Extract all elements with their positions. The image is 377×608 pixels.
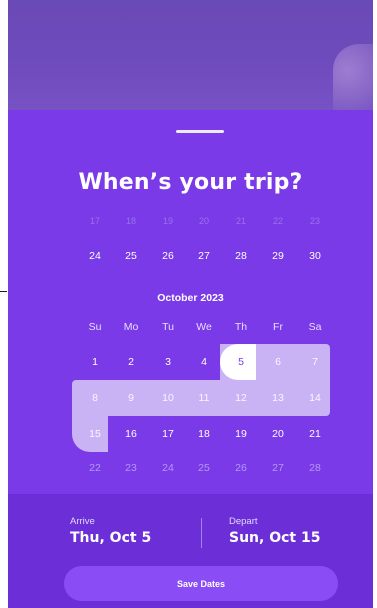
day-cell-selected-start[interactable]: 5 bbox=[226, 356, 256, 368]
month-label: October 2023 bbox=[157, 292, 224, 304]
day-cell[interactable]: 27 bbox=[263, 462, 293, 474]
weekday-label: Fr bbox=[273, 321, 283, 333]
weekday-header: Su Mo Tu We Th Fr Sa bbox=[8, 321, 373, 339]
day-cell[interactable]: 21 bbox=[300, 428, 330, 440]
day-cell[interactable]: 25 bbox=[189, 462, 219, 474]
arrive-date: Thu, Oct 5 bbox=[70, 530, 152, 546]
save-dates-button[interactable]: Save Dates bbox=[64, 566, 338, 601]
day-cell[interactable]: 19 bbox=[153, 216, 183, 226]
arrive-label: Arrive bbox=[70, 516, 95, 527]
weekday-label: Mo bbox=[123, 321, 139, 333]
calendar-row-1: 1 2 3 4 5 6 7 bbox=[8, 356, 373, 374]
day-cell[interactable]: 9 bbox=[116, 392, 146, 404]
day-cell[interactable]: 1 bbox=[80, 356, 110, 368]
day-cell[interactable]: 6 bbox=[263, 356, 293, 368]
day-cell[interactable]: 11 bbox=[189, 392, 219, 404]
sheet-drag-handle[interactable] bbox=[176, 130, 224, 133]
day-cell[interactable]: 7 bbox=[300, 356, 330, 368]
calendar-row-3: 15 16 17 18 19 20 21 bbox=[8, 428, 373, 446]
day-cell[interactable]: 22 bbox=[80, 462, 110, 474]
bottom-sheet: When’s your trip? 17 18 19 20 21 22 23 2… bbox=[8, 110, 373, 608]
day-cell[interactable]: 21 bbox=[226, 216, 256, 226]
hero-image bbox=[8, 0, 373, 110]
weekday-label: Sa bbox=[308, 321, 322, 333]
weekday-label: Tu bbox=[162, 321, 174, 333]
calendar-row-2: 8 9 10 11 12 13 14 bbox=[8, 392, 373, 410]
day-cell[interactable]: 3 bbox=[153, 356, 183, 368]
day-cell[interactable]: 26 bbox=[226, 462, 256, 474]
depart-date: Sun, Oct 15 bbox=[229, 530, 321, 546]
page-edge-line bbox=[0, 291, 7, 292]
day-cell[interactable]: 24 bbox=[153, 462, 183, 474]
day-cell[interactable]: 19 bbox=[226, 428, 256, 440]
day-cell[interactable]: 18 bbox=[116, 216, 146, 226]
trip-date-sheet: When’s your trip? 17 18 19 20 21 22 23 2… bbox=[8, 0, 373, 608]
day-cell[interactable]: 25 bbox=[116, 250, 146, 262]
day-cell[interactable]: 18 bbox=[189, 428, 219, 440]
day-cell[interactable]: 10 bbox=[153, 392, 183, 404]
day-cell[interactable]: 17 bbox=[80, 216, 110, 226]
summary-divider bbox=[201, 518, 202, 548]
day-cell[interactable]: 14 bbox=[300, 392, 330, 404]
weekday-label: We bbox=[196, 321, 212, 333]
day-cell[interactable]: 29 bbox=[263, 250, 293, 262]
calendar-row-prev: 24 25 26 27 28 29 30 bbox=[8, 250, 373, 268]
day-cell[interactable]: 20 bbox=[189, 216, 219, 226]
page-title: When’s your trip? bbox=[78, 170, 303, 195]
weekday-label: Su bbox=[88, 321, 102, 333]
day-cell[interactable]: 12 bbox=[226, 392, 256, 404]
day-cell[interactable]: 2 bbox=[116, 356, 146, 368]
day-cell[interactable]: 26 bbox=[153, 250, 183, 262]
calendar-row-4: 22 23 24 25 26 27 28 bbox=[8, 462, 373, 480]
day-cell[interactable]: 22 bbox=[263, 216, 293, 226]
day-cell[interactable]: 23 bbox=[300, 216, 330, 226]
day-cell[interactable]: 30 bbox=[300, 250, 330, 262]
day-cell[interactable]: 17 bbox=[153, 428, 183, 440]
day-cell[interactable]: 28 bbox=[300, 462, 330, 474]
trip-summary-panel: Arrive Thu, Oct 5 Depart Sun, Oct 15 Sav… bbox=[8, 494, 373, 608]
day-cell[interactable]: 24 bbox=[80, 250, 110, 262]
day-cell[interactable]: 13 bbox=[263, 392, 293, 404]
day-cell[interactable]: 28 bbox=[226, 250, 256, 262]
calendar-row-prev-top: 17 18 19 20 21 22 23 bbox=[8, 216, 373, 234]
day-cell[interactable]: 4 bbox=[189, 356, 219, 368]
day-cell[interactable]: 8 bbox=[80, 392, 110, 404]
day-cell[interactable]: 16 bbox=[116, 428, 146, 440]
day-cell[interactable]: 23 bbox=[116, 462, 146, 474]
depart-label: Depart bbox=[229, 516, 258, 527]
day-cell-selected-end[interactable]: 15 bbox=[80, 428, 110, 440]
cloud-image bbox=[333, 44, 373, 110]
day-cell[interactable]: 20 bbox=[263, 428, 293, 440]
weekday-label: Th bbox=[234, 321, 248, 333]
day-cell[interactable]: 27 bbox=[189, 250, 219, 262]
